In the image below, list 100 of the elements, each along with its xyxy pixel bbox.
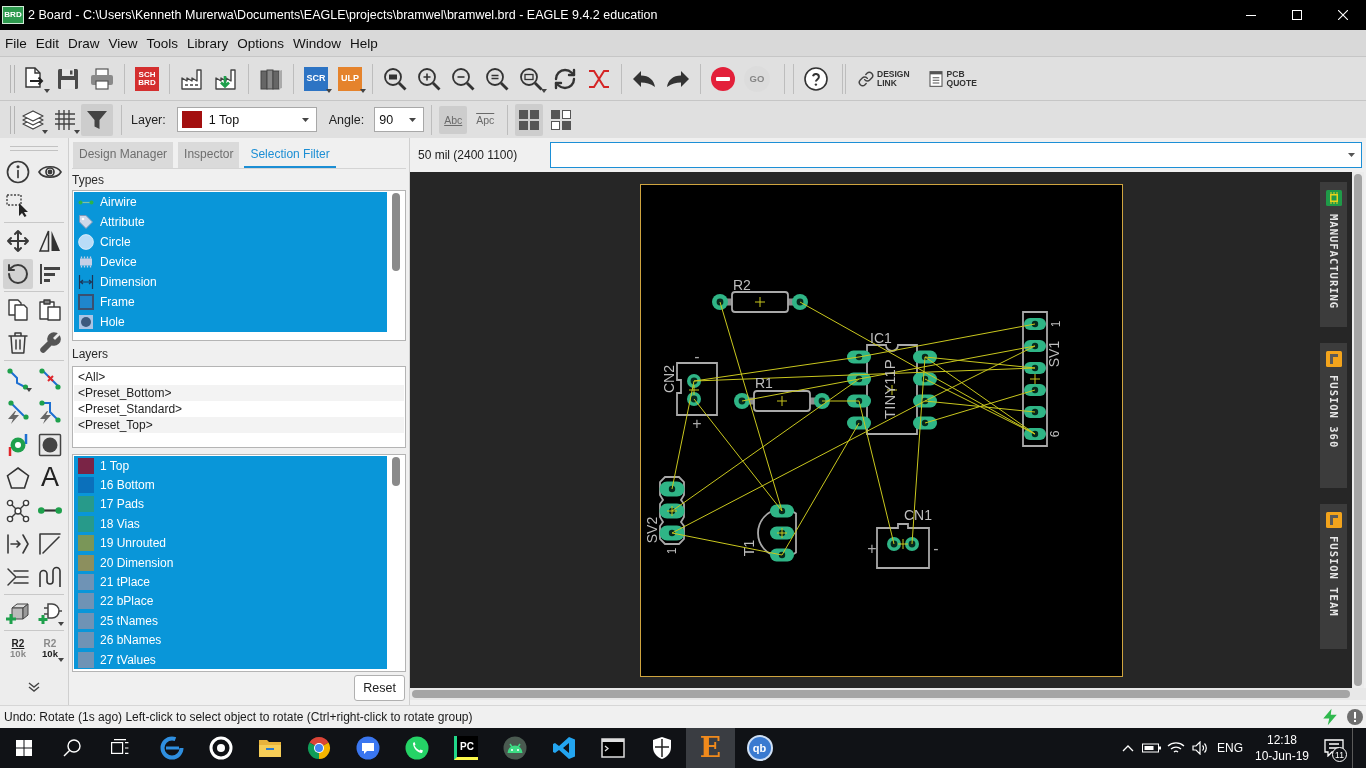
tile-logo-icon	[1325, 512, 1342, 528]
eye-icon	[38, 163, 62, 180]
menu-item[interactable]: Window	[289, 32, 344, 54]
layer-item[interactable]: 27 tValues	[74, 649, 387, 670]
menu-item[interactable]: Help	[346, 32, 381, 54]
side-panel-tab[interactable]: FUSION 360	[1320, 343, 1347, 488]
type-item[interactable]: Device	[74, 252, 387, 272]
type-item[interactable]: Frame	[74, 292, 387, 312]
design-link-button[interactable]: DESIGN LINK	[856, 62, 912, 95]
ulp-button[interactable]: ULP	[338, 66, 362, 91]
app-logo: BRD	[2, 6, 24, 24]
layer-item[interactable]: 20 Dimension	[74, 552, 387, 573]
minimize-icon	[1246, 14, 1256, 16]
layer-item[interactable]: 25 tNames	[74, 611, 387, 631]
info-icon	[6, 159, 30, 184]
dropdown-caret-icon	[58, 657, 64, 662]
tool-button[interactable]	[3, 258, 33, 289]
layer-item[interactable]: 19 Unrouted	[74, 533, 387, 553]
airwire-icon	[78, 199, 94, 205]
scrollbar-thumb[interactable]	[392, 193, 400, 271]
layer-item[interactable]: 16 Bottom	[74, 475, 387, 495]
taskbar-app-button[interactable]: E	[686, 728, 735, 768]
taskbar-app-button[interactable]: PC	[441, 728, 490, 768]
layer-item[interactable]: 22 bPlace	[74, 591, 387, 612]
maximize-icon	[1292, 10, 1302, 20]
mirror-triangles-icon	[38, 228, 62, 253]
preset-item[interactable]: <Preset_Top>	[74, 417, 404, 433]
part-name: R2	[733, 277, 751, 293]
browser-logo-icon	[306, 736, 331, 760]
app-logo: qb	[746, 735, 773, 761]
scrollbar-thumb[interactable]	[392, 457, 400, 486]
terminal-icon	[600, 736, 625, 760]
polarity-mark: +	[867, 539, 877, 557]
type-item[interactable]: Circle	[74, 232, 387, 252]
script-button[interactable]: SCR	[304, 66, 328, 91]
layout-button[interactable]	[515, 103, 544, 136]
panel-tab[interactable]: Inspector	[178, 142, 240, 168]
type-item[interactable]: Attribute	[74, 212, 387, 232]
filter-button[interactable]	[81, 103, 113, 136]
preset-item[interactable]: <Preset_Bottom>	[74, 385, 404, 401]
clock-date: 10-Jun-19	[1254, 749, 1309, 763]
stop-circle-icon	[711, 66, 735, 91]
language-button[interactable]: ENG	[1212, 728, 1248, 768]
part-name: CN2	[661, 365, 677, 393]
dropdown-caret-icon	[74, 129, 80, 134]
speaker-icon	[1192, 741, 1208, 755]
corner-slash-icon	[38, 531, 62, 556]
layer-item[interactable]: 21 tPlace	[74, 572, 387, 592]
grid-icon	[53, 107, 77, 132]
layer-item[interactable]: 17 Pads	[74, 494, 387, 515]
menu-item[interactable]: Options	[234, 32, 287, 54]
type-item[interactable]: Hole	[74, 312, 387, 332]
panel-tab[interactable]: Selection Filter	[244, 142, 336, 168]
name-tool-button[interactable]: R2 10k	[3, 633, 33, 664]
pin-number: 6	[1048, 430, 1062, 438]
node-network-icon	[6, 498, 30, 523]
angle-select[interactable]: 90	[374, 107, 425, 132]
panel-tab[interactable]: Design Manager	[73, 142, 174, 168]
route-lightning-icon	[38, 399, 62, 424]
polarity-mark: -	[694, 347, 700, 365]
command-field[interactable]	[550, 142, 1362, 168]
menu-item[interactable]: Draw	[65, 32, 103, 54]
menu-item[interactable]: File	[2, 32, 30, 54]
printer-icon	[90, 66, 114, 91]
menu-item[interactable]: View	[105, 32, 141, 54]
scrollbar-thumb[interactable]	[412, 690, 1350, 698]
layer-select[interactable]: 1 Top	[176, 107, 317, 132]
align-left-icon	[38, 261, 62, 286]
notification-button[interactable]: 11	[1316, 728, 1352, 768]
app-logo: PC	[453, 736, 478, 760]
polarity-mark: -	[933, 539, 939, 557]
text-orientation-button[interactable]: Apc	[471, 105, 500, 134]
schematic-board-switch-button[interactable]: SCH BRD	[135, 66, 159, 91]
type-item[interactable]: Dimension	[74, 272, 387, 292]
side-panel-tab[interactable]: MANUFACTURING	[1320, 182, 1347, 327]
phone-bubble-icon	[404, 736, 429, 760]
polarity-mark: +	[692, 414, 702, 432]
pcb-quote-button[interactable]: PCB QUOTE	[925, 62, 979, 95]
menu-item[interactable]: Library	[184, 32, 232, 54]
document-lines-icon	[927, 70, 944, 87]
magnifier-equals-icon	[485, 66, 509, 91]
part-value: TINY11P	[880, 359, 898, 419]
layer-item[interactable]: 18 Vias	[74, 514, 387, 534]
value-tool-button[interactable]: R2 10k	[35, 633, 65, 664]
text-tool-button[interactable]: A	[35, 462, 65, 493]
layer-item[interactable]: 26 bNames	[74, 630, 387, 650]
menu-item[interactable]: Tools	[143, 32, 182, 54]
wire-dots-icon	[38, 507, 62, 514]
via-icon	[6, 432, 30, 457]
lightning-icon	[1321, 708, 1339, 726]
chain-link-icon	[858, 70, 874, 87]
dropdown-caret-icon	[26, 387, 32, 392]
layer-item[interactable]: 1 Top	[74, 456, 387, 476]
menu-item[interactable]: Edit	[32, 32, 63, 54]
reset-button[interactable]: Reset	[354, 675, 405, 701]
type-item[interactable]: Airwire	[74, 192, 387, 212]
part-name: SV1	[1046, 340, 1062, 368]
side-panel-tab[interactable]: FUSION TEAM	[1320, 504, 1347, 649]
text-orientation-button[interactable]: Abc	[439, 105, 468, 134]
taskbar-app-button[interactable]: qb	[735, 728, 784, 768]
